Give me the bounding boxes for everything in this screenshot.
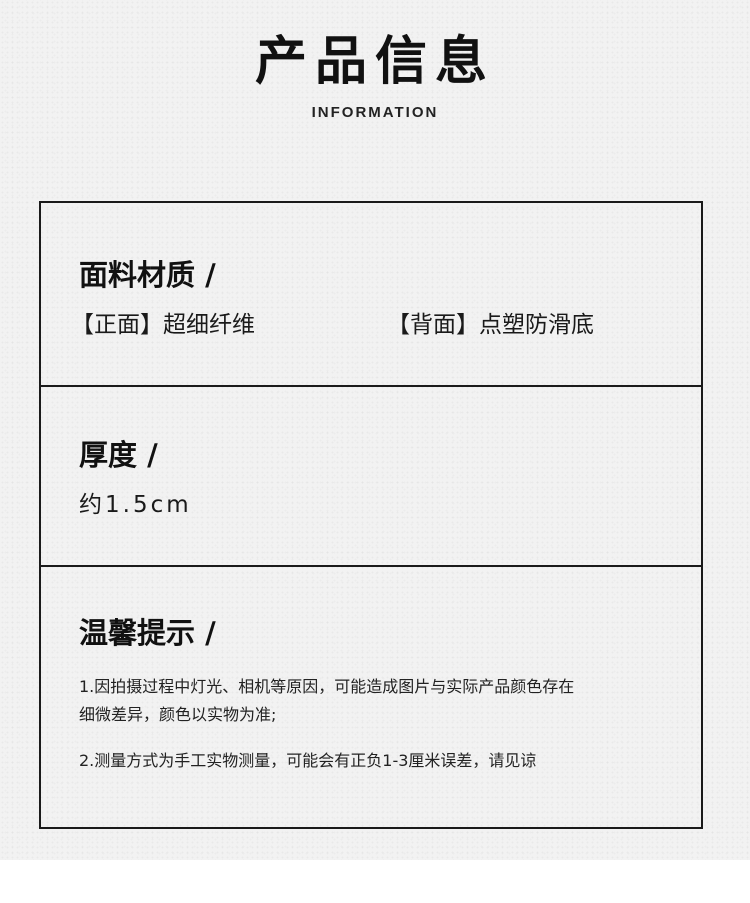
info-box: 面料材质 / 【正面】超细纤维 【背面】点塑防滑底 厚度 / 约1.5cm 温馨… — [39, 201, 703, 829]
divider-1 — [41, 385, 701, 387]
header: 产品信息 INFORMATION — [0, 30, 750, 121]
tips-list: 1.因拍摄过程中灯光、相机等原因，可能造成图片与实际产品颜色存在 细微差异，颜色… — [79, 673, 701, 775]
product-info-page: 产品信息 INFORMATION 面料材质 / 【正面】超细纤维 【背面】点塑防… — [0, 0, 750, 860]
fabric-back: 【背面】点塑防滑底 — [387, 312, 594, 338]
tip-line-1: 1.因拍摄过程中灯光、相机等原因，可能造成图片与实际产品颜色存在 — [79, 677, 575, 696]
page-subtitle: INFORMATION — [311, 104, 439, 121]
tip-line-2: 细微差异，颜色以实物为准; — [79, 705, 277, 724]
fabric-section: 面料材质 / 【正面】超细纤维 【背面】点塑防滑底 — [41, 257, 701, 341]
tip-line-3: 2.测量方式为手工实物测量，可能会有正负1-3厘米误差，请见谅 — [79, 751, 537, 770]
fabric-row: 【正面】超细纤维 【背面】点塑防滑底 — [71, 309, 701, 341]
tips-section: 温馨提示 / 1.因拍摄过程中灯光、相机等原因，可能造成图片与实际产品颜色存在 … — [41, 615, 701, 775]
divider-2 — [41, 565, 701, 567]
page-title: 产品信息 — [254, 32, 495, 92]
fabric-title: 面料材质 / — [79, 258, 216, 292]
thickness-section: 厚度 / 约1.5cm — [41, 437, 701, 521]
thickness-title: 厚度 / — [79, 438, 158, 472]
tips-title: 温馨提示 / — [79, 616, 216, 650]
thickness-value: 约1.5cm — [79, 492, 192, 518]
fabric-front: 【正面】超细纤维 — [71, 312, 255, 338]
